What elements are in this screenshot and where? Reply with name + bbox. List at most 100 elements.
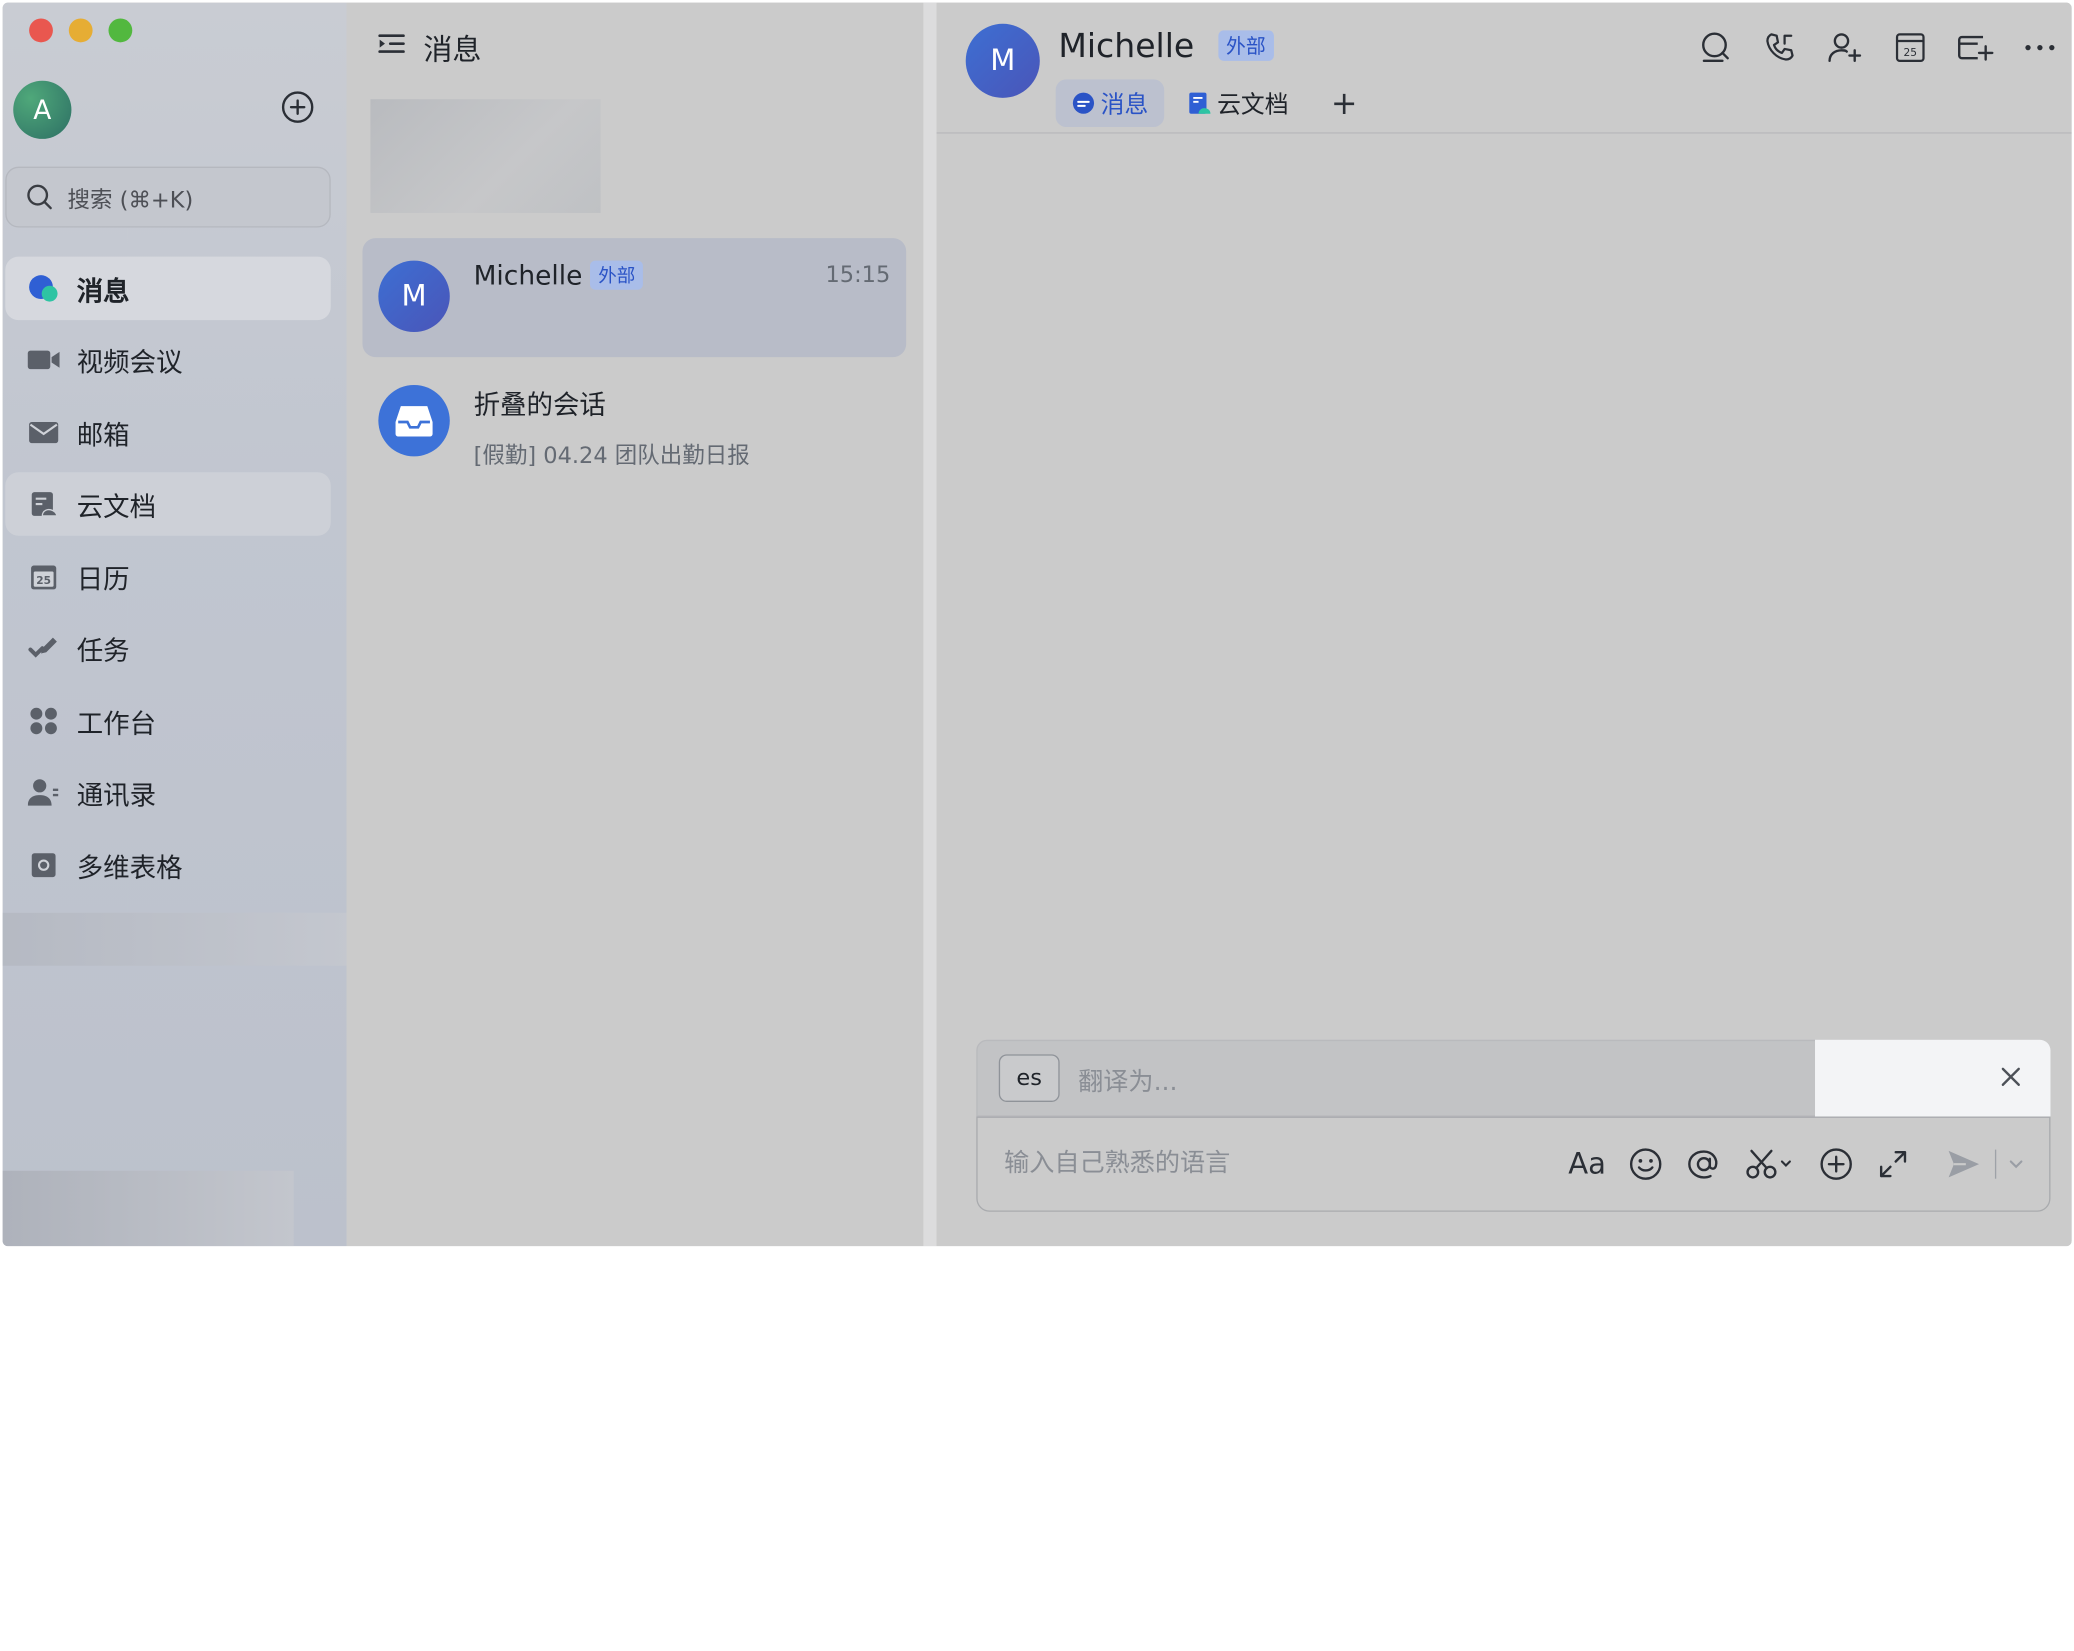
- sidebar-item-label: 多维表格: [76, 851, 183, 884]
- chat-item-michelle[interactable]: M Michelle 外部 15:15: [362, 238, 907, 358]
- panel-divider[interactable]: [923, 2, 937, 1247]
- sidebar-item-base[interactable]: 多维表格: [5, 833, 330, 896]
- minimize-window-button[interactable]: [68, 18, 93, 43]
- chat-name: 折叠的会话: [474, 384, 606, 422]
- chat-title-text[interactable]: Michelle: [1058, 26, 1194, 64]
- sidebar-item-video[interactable]: 视频会议: [5, 328, 330, 391]
- search-icon: [1702, 32, 1729, 63]
- sidebar-item-mail[interactable]: 邮箱: [5, 401, 330, 464]
- blurred-region: [2, 1170, 294, 1247]
- language-chip[interactable]: es: [998, 1054, 1060, 1102]
- sidebar-item-label: 通讯录: [76, 778, 157, 811]
- message-input[interactable]: [1001, 1146, 1510, 1179]
- add-tab-plus[interactable]: +: [1331, 85, 1358, 122]
- list-title: 消息: [423, 34, 482, 68]
- user-avatar-letter: A: [33, 93, 52, 126]
- calendar-icon: 25: [1895, 33, 1925, 62]
- send-options-button[interactable]: [2007, 1144, 2026, 1184]
- tab-label: 云文档: [1217, 91, 1289, 120]
- cloud-doc-icon: [1188, 91, 1212, 115]
- app-window: A 搜索 (⌘+K) 消息 视频会议 邮箱 云文档 25 日历 任务 工作台 通…: [2, 2, 2072, 1247]
- text-format-icon: Aa: [1568, 1147, 1607, 1181]
- external-badge: 外部: [1218, 30, 1274, 61]
- message-composer: Aa: [976, 1116, 2051, 1212]
- translate-bar: es 翻译为...: [976, 1039, 2051, 1120]
- chat-header: M Michelle 外部 25 消息 云文档 +: [936, 3, 2072, 134]
- avatar[interactable]: M: [965, 23, 1040, 98]
- chat-tabs: 消息 云文档 +: [1055, 79, 1358, 127]
- sidebar-item-label: 任务: [76, 634, 130, 667]
- calendar-day: 25: [36, 575, 51, 587]
- emoji-icon: [1629, 1148, 1662, 1180]
- calendar-day: 25: [1904, 47, 1917, 59]
- contacts-icon: [26, 775, 60, 809]
- cloud-doc-icon: [26, 487, 60, 521]
- add-tab-button[interactable]: [1957, 29, 1994, 66]
- close-window-button[interactable]: [29, 18, 53, 43]
- more-icon: [2025, 44, 2055, 51]
- sidebar-item-label: 日历: [76, 562, 130, 595]
- search-icon: [27, 184, 52, 210]
- chat-name-text: 折叠的会话: [473, 388, 606, 421]
- inbox-tray-icon: [395, 406, 433, 437]
- list-header: 消息: [376, 26, 482, 68]
- collapse-sidebar-icon[interactable]: [376, 29, 408, 66]
- close-translate-button[interactable]: [1995, 1061, 2027, 1093]
- chat-title: Michelle 外部: [1058, 26, 1274, 65]
- chat-bubble-icon: [1072, 91, 1096, 115]
- search-label: 搜索 (⌘+K): [67, 187, 194, 214]
- chat-name: Michelle 外部: [474, 259, 644, 291]
- calendar-button[interactable]: 25: [1892, 29, 1929, 66]
- sidebar-item-contacts[interactable]: 通讯录: [5, 761, 330, 824]
- sidebar-item-label: 视频会议: [76, 345, 183, 378]
- blurred-region: [2, 912, 347, 966]
- send-button[interactable]: [1945, 1144, 1982, 1184]
- emoji-button[interactable]: [1627, 1144, 1664, 1184]
- chat-item-folded[interactable]: 折叠的会话 [假勤] 04.24 团队出勤日报: [362, 362, 906, 481]
- sidebar: A 搜索 (⌘+K) 消息 视频会议 邮箱 云文档 25 日历 任务 工作台 通…: [2, 2, 347, 1247]
- blurred-banner: [370, 99, 601, 213]
- mention-button[interactable]: [1685, 1144, 1722, 1184]
- expand-icon: [1879, 1151, 1907, 1178]
- task-check-icon: [26, 631, 60, 665]
- translate-action-area: [1815, 1039, 2051, 1120]
- expand-composer-button[interactable]: [1876, 1144, 1910, 1184]
- calendar-icon: 25: [26, 560, 60, 594]
- more-button[interactable]: [2021, 29, 2058, 66]
- attach-button[interactable]: [1818, 1144, 1855, 1184]
- inbox-avatar: [378, 384, 450, 457]
- add-member-icon: [1828, 33, 1862, 63]
- create-button[interactable]: [280, 90, 314, 124]
- sidebar-item-docs[interactable]: 云文档: [5, 472, 331, 536]
- send-icon: [1948, 1150, 1980, 1178]
- chat-name-text: Michelle: [473, 259, 583, 292]
- call-button[interactable]: [1762, 29, 1799, 66]
- sidebar-item-label: 邮箱: [76, 418, 130, 451]
- add-member-button[interactable]: [1827, 29, 1864, 66]
- screenshot-button[interactable]: [1744, 1144, 1797, 1184]
- sidebar-item-workplace[interactable]: 工作台: [5, 689, 330, 752]
- at-sign-icon: [1688, 1150, 1718, 1179]
- chat-time: 15:15: [825, 261, 891, 289]
- video-camera-icon: [26, 343, 60, 377]
- sidebar-item-calendar[interactable]: 25 日历: [5, 545, 330, 608]
- sidebar-item-messages[interactable]: 消息: [5, 256, 331, 321]
- chat-panel: M Michelle 外部 25 消息 云文档 + es 翻译为... 输入自己…: [936, 2, 2072, 1247]
- bitable-icon: [26, 848, 60, 882]
- text-format-button[interactable]: Aa: [1568, 1144, 1606, 1184]
- plus-circle-icon: [1820, 1148, 1852, 1180]
- sidebar-item-label: 工作台: [76, 707, 157, 739]
- message-bubble-icon: [26, 271, 60, 305]
- sidebar-item-tasks[interactable]: 任务: [5, 616, 330, 679]
- zoom-window-button[interactable]: [108, 18, 133, 43]
- user-avatar[interactable]: A: [13, 80, 72, 139]
- search-chat-button[interactable]: [1697, 29, 1734, 66]
- avatar: M: [378, 260, 450, 333]
- scissors-icon: [1746, 1149, 1791, 1179]
- tab-messages[interactable]: 消息: [1055, 79, 1165, 127]
- tab-docs[interactable]: 云文档: [1172, 79, 1304, 127]
- search-input[interactable]: 搜索 (⌘+K): [5, 166, 331, 228]
- plus-circle-icon: [281, 91, 314, 123]
- workplace-grid-icon: [26, 704, 60, 738]
- header-actions: 25: [1669, 29, 2058, 66]
